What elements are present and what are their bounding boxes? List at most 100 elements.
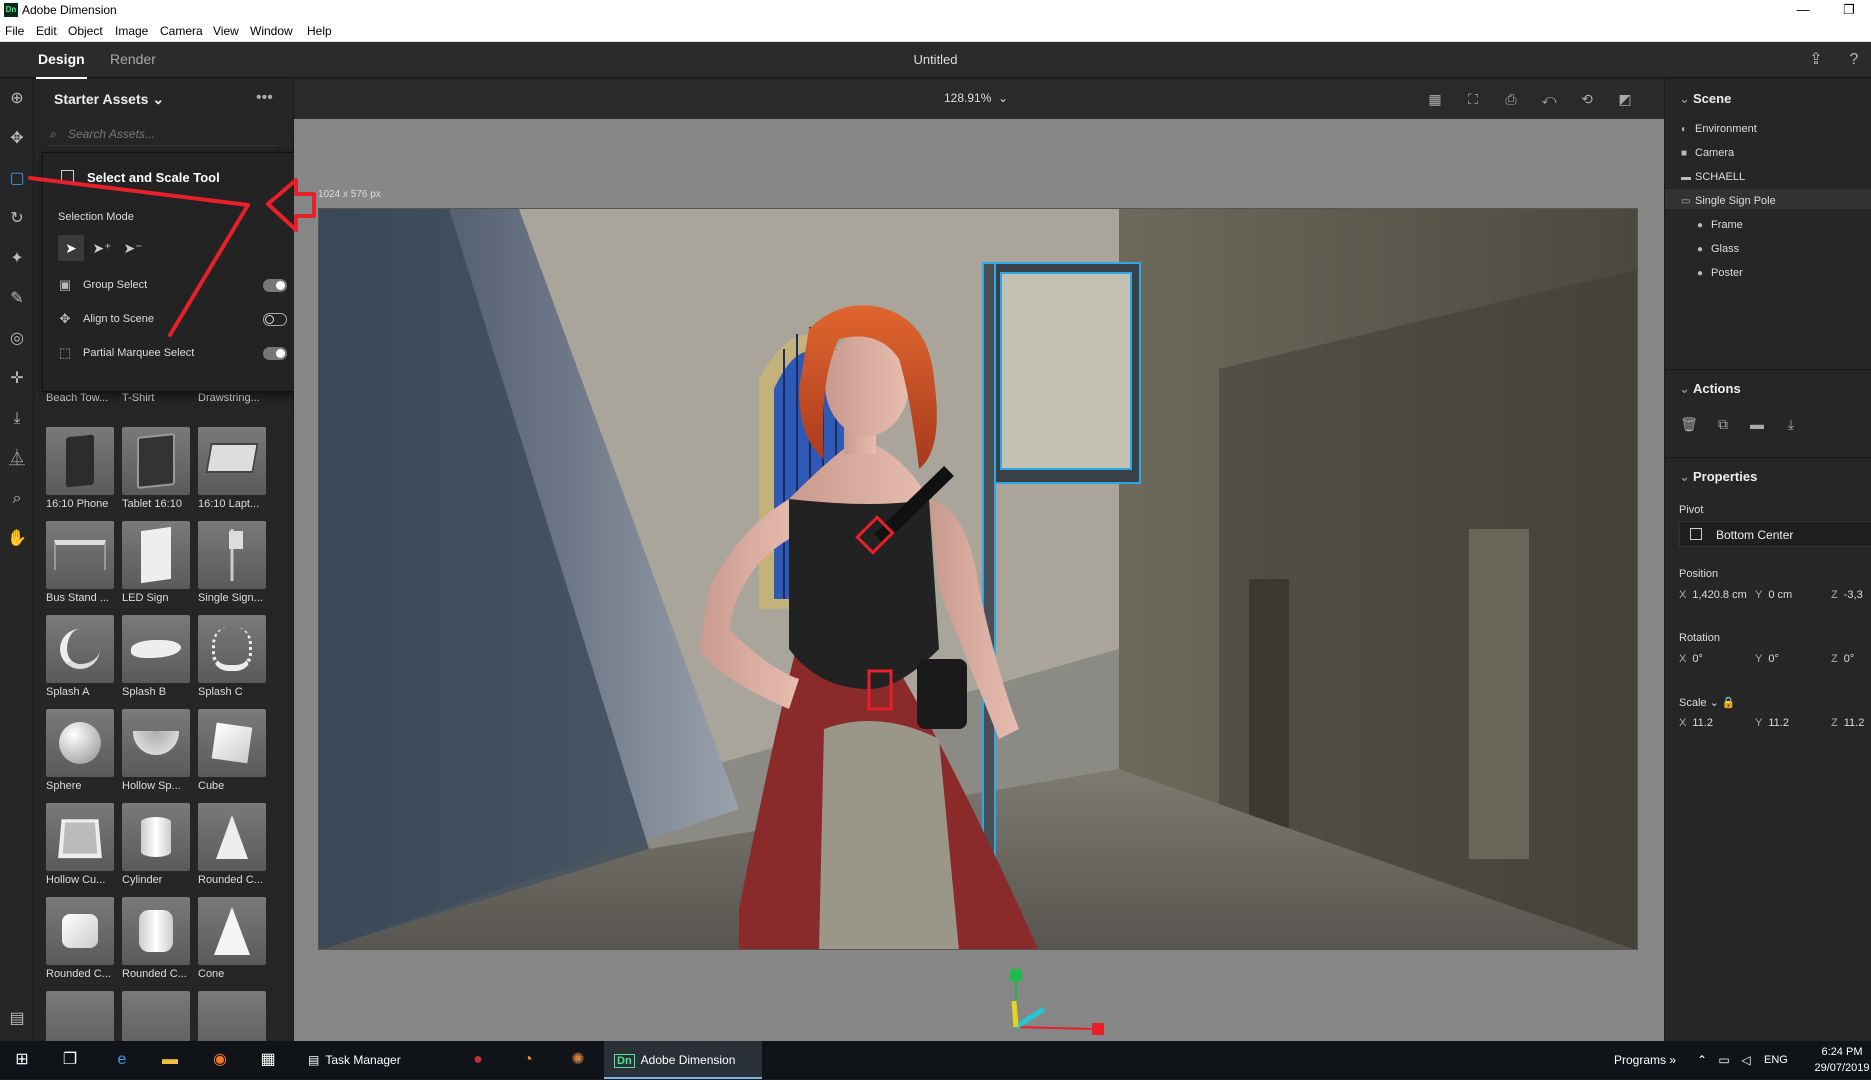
firefox-icon[interactable]: ◉ (208, 1048, 232, 1072)
scale-x-field[interactable]: X 11.2 (1679, 717, 1713, 729)
asset-item[interactable]: Tablet 16:10 (122, 427, 192, 510)
drop-to-ground-icon[interactable]: ⤓ (5, 407, 29, 431)
magic-wand-icon[interactable]: ✦ (5, 247, 29, 271)
asset-item[interactable]: Rounded C... (198, 803, 268, 886)
asset-item[interactable] (198, 991, 268, 1041)
position-y-field[interactable]: Y0 cm (1755, 589, 1792, 601)
partial-marquee-toggle[interactable] (263, 347, 287, 360)
asset-item[interactable]: Rounded C... (122, 897, 192, 980)
scale-y-field[interactable]: Y 11.2 (1755, 717, 1789, 729)
assets-title[interactable]: Starter Assets ⌄ (54, 91, 164, 108)
menu-object[interactable]: Object (68, 24, 103, 38)
move-tool-icon[interactable]: ✥ (5, 127, 29, 151)
asset-item[interactable]: Cylinder (122, 803, 192, 886)
search-input[interactable] (68, 124, 268, 144)
rotation-x-field[interactable]: X 0° (1679, 653, 1703, 665)
asset-item[interactable]: Splash C (198, 615, 268, 698)
horizon-icon[interactable]: ⏅ (5, 447, 29, 471)
hand-icon[interactable]: ✋ (5, 527, 29, 551)
app-icon-orange[interactable]: ✺ (566, 1048, 590, 1072)
rotation-z-field[interactable]: Z 0° (1831, 653, 1854, 665)
select-mode-add-button[interactable]: ➤⁺ (89, 235, 115, 261)
restore-button[interactable]: ❐ (1826, 0, 1871, 21)
lock-icon[interactable]: 🔒 (1722, 697, 1736, 709)
asset-item[interactable]: Splash A (46, 615, 116, 698)
transform-gizmo[interactable] (994, 969, 1134, 1041)
asset-item[interactable]: Cone (198, 897, 268, 980)
drop-to-ground-icon[interactable]: ⤓ (1781, 416, 1801, 436)
menu-view[interactable]: View (213, 24, 239, 38)
select-scale-tool-icon[interactable]: ▢ (5, 167, 29, 191)
position-x-field[interactable]: X 1,420.8 cm (1679, 589, 1747, 601)
taskbar-programs[interactable]: Programs » (1614, 1041, 1676, 1079)
blender-icon[interactable]: ◔ (516, 1048, 540, 1072)
asset-item[interactable]: Hollow Sp... (122, 709, 192, 792)
app-icon-red[interactable]: ● (466, 1048, 490, 1072)
undo-camera-icon[interactable]: ⤺ (1540, 90, 1558, 108)
select-mode-new-button[interactable]: ➤ (58, 235, 84, 261)
add-icon[interactable]: ⊕ (5, 87, 29, 111)
asset-item[interactable]: Sphere (46, 709, 116, 792)
frame-icon[interactable]: ▦ (1426, 90, 1444, 108)
tab-render[interactable]: Render (110, 51, 156, 67)
asset-item[interactable]: Splash B (122, 615, 192, 698)
menu-help[interactable]: Help (307, 24, 332, 38)
edge-icon[interactable]: e (110, 1048, 134, 1072)
rotate-tool-icon[interactable]: ↻ (5, 207, 29, 231)
pan-move-icon[interactable]: ✛ (5, 367, 29, 391)
camera-bookmark-icon[interactable]: ⎙ (1502, 90, 1520, 108)
menu-image[interactable]: Image (115, 24, 148, 38)
asset-item[interactable]: Rounded C... (46, 897, 116, 980)
scene-item-frame[interactable]: ● Frame (1697, 219, 1743, 231)
gizmo-y-handle[interactable] (1010, 969, 1022, 981)
asset-item[interactable]: Single Sign... (198, 521, 268, 604)
gizmo-x-handle[interactable] (1092, 1023, 1104, 1035)
clock[interactable]: 6:24 PM 29/07/2019 (1814, 1044, 1870, 1076)
tray-chevron-icon[interactable]: ⌃ (1690, 1048, 1714, 1072)
rotation-y-field[interactable]: Y 0° (1755, 653, 1779, 665)
asset-item[interactable]: LED Sign (122, 521, 192, 604)
select-mode-subtract-button[interactable]: ➤⁻ (120, 235, 146, 261)
scene-item-schaell[interactable]: ▬ SCHAELL (1681, 171, 1745, 183)
menu-file[interactable]: File (5, 24, 24, 38)
scene-item-single-sign-pole[interactable]: ▭ Single Sign Pole (1681, 195, 1776, 207)
asset-item[interactable]: 16:10 Lapt... (198, 427, 268, 510)
scale-z-field[interactable]: Z 11.2 (1831, 717, 1864, 729)
asset-item[interactable] (122, 991, 192, 1041)
menu-edit[interactable]: Edit (36, 24, 57, 38)
asset-item[interactable]: 16:10 Phone (46, 427, 116, 510)
taskbar-adobe-dimension[interactable]: Dn Adobe Dimension (604, 1041, 762, 1079)
tab-design[interactable]: Design (36, 51, 87, 79)
volume-icon[interactable]: ◁ (1734, 1048, 1758, 1072)
render-preview-icon[interactable]: ◩ (1616, 90, 1634, 108)
chevron-down-icon[interactable]: ⌄ (1710, 697, 1719, 709)
group-folder-icon[interactable]: ▬ (1747, 416, 1767, 436)
asset-item[interactable]: Cube (198, 709, 268, 792)
more-options-icon[interactable]: ••• (256, 89, 273, 107)
scene-section-header[interactable]: ⌄ Scene (1679, 91, 1731, 107)
fit-icon[interactable]: ⛶ (1464, 90, 1482, 108)
group-select-toggle[interactable] (263, 279, 287, 292)
pivot-dropdown[interactable]: Bottom Center (1679, 521, 1871, 547)
menu-window[interactable]: Window (250, 24, 293, 38)
scene-item-camera[interactable]: ■ Camera (1681, 147, 1734, 159)
delete-icon[interactable]: 🗑 (1679, 416, 1699, 436)
library-icon[interactable]: ▤ (5, 1007, 29, 1031)
taskbar-task-manager[interactable]: ▤ Task Manager (300, 1041, 448, 1079)
zoom-dropdown[interactable]: 128.91% ⌄ (944, 91, 1008, 105)
asset-item[interactable]: Hollow Cu... (46, 803, 116, 886)
share-icon[interactable]: ⇪ (1806, 50, 1826, 70)
align-to-scene-toggle[interactable] (263, 313, 287, 326)
scene-item-poster[interactable]: ● Poster (1697, 267, 1743, 279)
scene-item-glass[interactable]: ● Glass (1697, 243, 1739, 255)
eyedropper-icon[interactable]: ✎ (5, 287, 29, 311)
task-view-icon[interactable]: ❐ (58, 1048, 82, 1072)
minimize-button[interactable]: — (1780, 0, 1826, 21)
properties-section-header[interactable]: ⌄ Properties (1679, 469, 1757, 485)
menu-camera[interactable]: Camera (160, 24, 203, 38)
windows-start-icon[interactable]: ⊞ (10, 1048, 34, 1072)
language-indicator[interactable]: ENG (1764, 1041, 1788, 1079)
asset-item[interactable]: Bus Stand ... (46, 521, 116, 604)
network-icon[interactable]: ▭ (1712, 1048, 1736, 1072)
orbit-icon[interactable]: ◎ (5, 327, 29, 351)
